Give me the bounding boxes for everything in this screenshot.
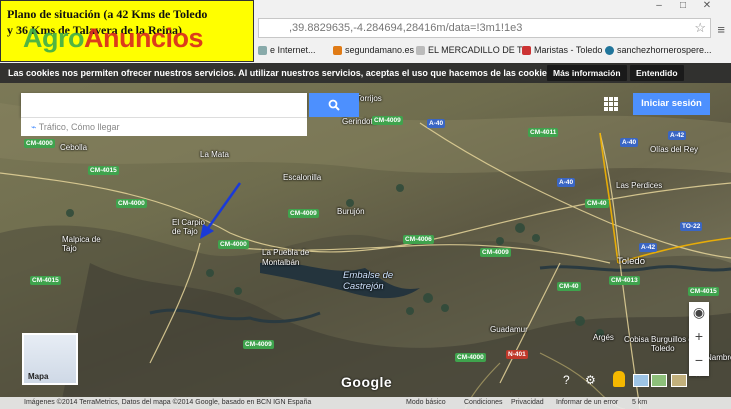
bookmark-item[interactable]: segundamano.es: [333, 41, 414, 59]
map-type-toggle[interactable]: Mapa: [22, 333, 78, 385]
apps-grid-icon[interactable]: [603, 96, 619, 112]
terms-link[interactable]: Condiciones: [464, 397, 503, 409]
map-type-label: Mapa: [28, 372, 49, 381]
privacy-link[interactable]: Privacidad: [511, 397, 544, 409]
pegman-icon[interactable]: [613, 371, 625, 387]
compass-icon[interactable]: ◉: [689, 302, 709, 322]
scale-bar: 5 km: [632, 399, 648, 406]
search-icon: [328, 99, 340, 111]
report-error-link[interactable]: Informar de un error: [556, 397, 618, 409]
search-button[interactable]: [309, 93, 359, 117]
window-controls: – □ ✕: [647, 0, 727, 14]
page-icon: [416, 45, 425, 55]
bookmark-item[interactable]: Maristas - Toledo: [522, 41, 602, 59]
cookie-notice-bar: Las cookies nos permiten ofrecer nuestro…: [0, 63, 731, 83]
bookmark-item[interactable]: e Internet...: [258, 41, 316, 59]
bookmark-item[interactable]: sanchezhornerospere...: [605, 41, 712, 59]
map-footer: Imágenes ©2014 TerraMetrics, Datos del m…: [0, 397, 731, 409]
accept-cookies-button[interactable]: Entendido: [630, 65, 684, 81]
google-logo: Google: [341, 374, 393, 390]
directions-icon: ⌁: [31, 122, 39, 132]
cookie-notice-text: Las cookies nos permiten ofrecer nuestro…: [8, 68, 555, 78]
photo-thumbnail-icon[interactable]: [633, 374, 649, 387]
traffic-directions-link[interactable]: ⌁ Tráfico, Cómo llegar: [21, 117, 307, 136]
photo-thumbnail-icon[interactable]: [651, 374, 667, 387]
wordpress-icon: [605, 45, 614, 55]
url-text: ,39.8829635,-4.284694,28416m/data=!3m1!1…: [289, 22, 523, 34]
maristas-icon: [522, 45, 531, 55]
bookmarks-bar: e Internet... segundamano.es EL MERCADIL…: [258, 41, 731, 59]
menu-icon[interactable]: ≡: [717, 22, 725, 37]
address-bar[interactable]: ,39.8829635,-4.284694,28416m/data=!3m1!1…: [258, 18, 711, 38]
help-icon[interactable]: ?: [563, 373, 570, 387]
imagery-credits: Imágenes ©2014 TerraMetrics, Datos del m…: [24, 399, 312, 406]
maximize-button[interactable]: □: [671, 0, 695, 11]
expand-chevron-icon[interactable]: ⌃: [693, 371, 703, 385]
map-tools-row: ? ⚙ ⌃: [563, 371, 711, 389]
zoom-out-button[interactable]: −: [689, 350, 709, 370]
bookmark-star-icon[interactable]: ☆: [694, 19, 706, 37]
zoom-in-button[interactable]: +: [689, 326, 709, 346]
segundamano-icon: [333, 45, 342, 55]
page-icon: [258, 45, 267, 55]
overlay-line-1: Plano de situación (a 42 Kms de Toledo: [7, 7, 208, 21]
bookmark-item[interactable]: EL MERCADILLO DE T...: [416, 41, 529, 59]
close-window-button[interactable]: ✕: [695, 0, 719, 11]
minimize-button[interactable]: –: [647, 0, 671, 11]
agroanuncios-logo: AgroAnuncios: [23, 23, 204, 53]
settings-icon[interactable]: ⚙: [585, 373, 596, 387]
zoom-controls: ◉ + −: [689, 302, 709, 376]
basic-mode-link[interactable]: Modo básico: [406, 397, 446, 409]
title-overlay: Plano de situación (a 42 Kms de Toledo y…: [0, 0, 254, 62]
search-input[interactable]: [21, 93, 307, 117]
more-info-button[interactable]: Más información: [547, 65, 627, 81]
photo-thumbnail-icon[interactable]: [671, 374, 687, 387]
signin-button[interactable]: Iniciar sesión: [633, 93, 710, 115]
